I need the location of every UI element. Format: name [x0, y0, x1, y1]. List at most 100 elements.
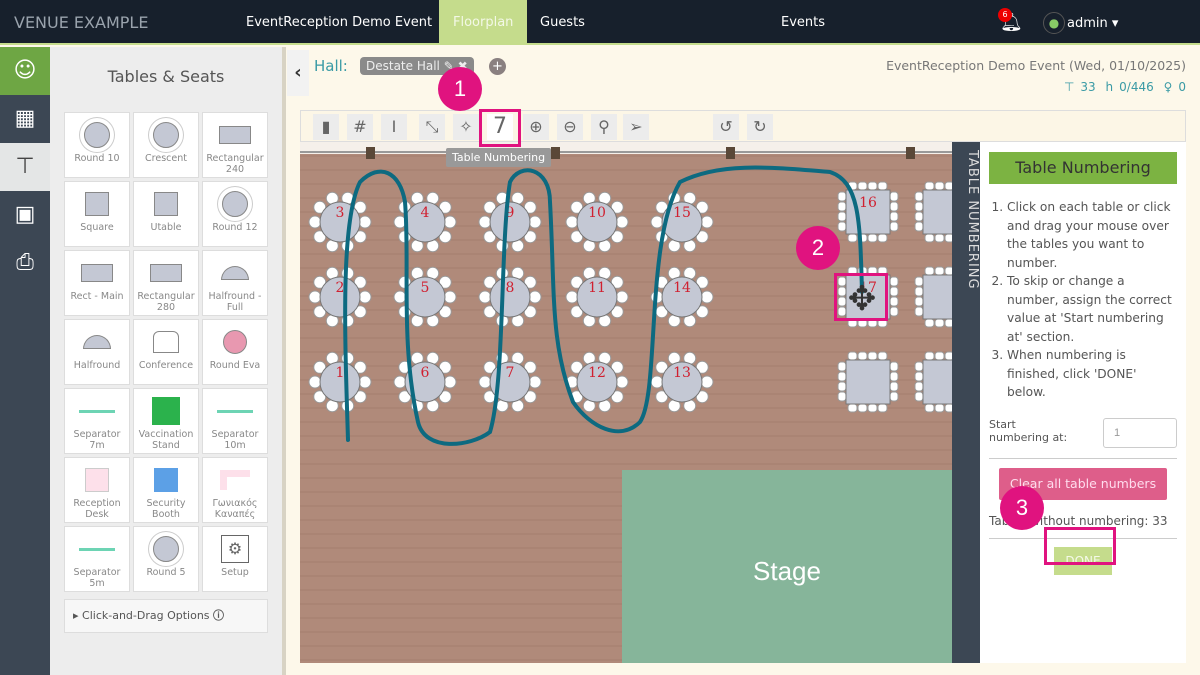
start-numbering-input[interactable] — [1103, 417, 1177, 448]
table-type-setup[interactable]: ⚙ Setup — [202, 526, 268, 592]
table-type-vaccination-stand[interactable]: Vaccination Stand — [133, 388, 199, 454]
click-drag-label: Click-and-Drag Options — [82, 609, 210, 622]
undo-icon[interactable]: ↺ — [713, 114, 739, 140]
table-type-conference[interactable]: Conference — [133, 319, 199, 385]
nav-events[interactable]: Events — [767, 0, 839, 45]
table-type-separator-5m[interactable]: Separator 5m — [64, 526, 130, 592]
table-type-reception-desk[interactable]: Reception Desk — [64, 457, 130, 523]
table-type-label: Rectangular 280 — [137, 291, 195, 313]
chair-icon[interactable]: ▣ — [0, 191, 50, 239]
table-number: 12 — [588, 365, 606, 381]
user-menu[interactable]: ● admin ▾ — [1043, 12, 1118, 34]
add-hall-button[interactable]: + — [489, 58, 506, 75]
rect-icon — [134, 255, 198, 291]
brand-logo: VENUE EXAMPLE — [14, 13, 149, 32]
round-icon — [203, 186, 267, 222]
layout-icon[interactable]: ▦ — [0, 95, 50, 143]
round-icon — [134, 531, 198, 567]
table-type-rectangular-240[interactable]: Rectangular 240 — [202, 112, 268, 178]
table-number: 16 — [859, 195, 877, 211]
gear-icon: ⚙ — [203, 531, 267, 567]
table-type-separator-10m[interactable]: Separator 10m — [202, 388, 268, 454]
step-3: When numbering is finished, click 'DONE'… — [1007, 346, 1177, 402]
table-type-label: Security Booth — [146, 498, 186, 520]
table-type-rectangular-280[interactable]: Rectangular 280 — [133, 250, 199, 316]
table-type-round-5[interactable]: Round 5 — [133, 526, 199, 592]
bookmark-icon[interactable]: ▮ — [313, 114, 339, 140]
square-table[interactable]: 16 — [837, 181, 899, 243]
floor-canvas[interactable]: Stage3214569871011121514131617✥ — [300, 142, 952, 663]
table-icon[interactable]: ⊤ — [0, 143, 50, 191]
table-type-label: Utable — [150, 222, 182, 233]
nav-event[interactable]: EventReception Demo Event — [232, 0, 446, 45]
highlight-numbering — [479, 109, 521, 147]
zoom-in-icon[interactable]: ⊕ — [523, 114, 549, 140]
highlight-drag — [834, 273, 888, 321]
table-number: 8 — [506, 280, 515, 296]
search-icon[interactable]: ⚲ — [591, 114, 617, 140]
table-type-security-booth[interactable]: Security Booth — [133, 457, 199, 523]
compress-icon[interactable]: ⤡ — [419, 114, 445, 140]
guests-icon[interactable]: ☺ — [0, 47, 50, 95]
sep-icon — [65, 393, 129, 429]
table-number: 10 — [588, 205, 606, 221]
table-type-label: Rect - Main — [70, 291, 124, 302]
table-type-label: Rectangular 240 — [206, 153, 264, 175]
table-type-utable[interactable]: Utable — [133, 181, 199, 247]
table-number: 15 — [673, 205, 691, 221]
table-numbering-tab[interactable]: TABLE NUMBERING — [952, 142, 980, 663]
table-type-label: Reception Desk — [73, 498, 121, 520]
table-type-label: Round 10 — [74, 153, 120, 164]
numbering-sidebar: Table Numbering Click on each table or c… — [980, 142, 1186, 663]
notification-badge: 6 — [998, 8, 1012, 22]
half-icon — [203, 255, 267, 291]
hall-label: Hall: — [314, 57, 348, 75]
table-number: 11 — [588, 280, 606, 296]
table-number: 7 — [506, 365, 515, 381]
zoom-out-icon[interactable]: ⊖ — [557, 114, 583, 140]
blue-icon — [134, 462, 198, 498]
nav-guests[interactable]: Guests — [526, 0, 599, 45]
table-number: 14 — [673, 280, 691, 296]
corner-icon — [203, 462, 267, 498]
table-count-icon: ⊤ — [1063, 80, 1075, 94]
user-name: admin ▾ — [1067, 16, 1119, 31]
table-type--[interactable]: Γωνιακός Καναπές — [202, 457, 268, 523]
table-type-separator-7m[interactable]: Separator 7m — [64, 388, 130, 454]
table-type-round-10[interactable]: Round 10 — [64, 112, 130, 178]
table-type-halfround[interactable]: Halfround — [64, 319, 130, 385]
table-number: 3 — [336, 205, 345, 221]
gear-icon: ⚙ — [221, 535, 249, 563]
table-type-label: Conference — [138, 360, 194, 371]
table-type-halfround-full[interactable]: Halfround - Full — [202, 250, 268, 316]
instructions: Click on each table or click and drag yo… — [1007, 198, 1177, 402]
seat-icon: h — [1105, 80, 1114, 94]
send-icon[interactable]: ➢ — [623, 114, 649, 140]
table-type-label: Halfround - Full — [208, 291, 262, 313]
round-icon — [134, 117, 198, 153]
table-type-label: Setup — [221, 567, 249, 578]
magic-wand-icon[interactable]: ✧ — [453, 114, 479, 140]
table-number: 6 — [421, 365, 430, 381]
redo-icon[interactable]: ↻ — [747, 114, 773, 140]
highlight-done — [1044, 527, 1116, 565]
guest-icon: ♀ — [1163, 80, 1173, 94]
table-type-crescent[interactable]: Crescent — [133, 112, 199, 178]
table-type-square[interactable]: Square — [64, 181, 130, 247]
table-type-round-eva[interactable]: Round Eva — [202, 319, 268, 385]
collapse-panel-button[interactable]: ‹ — [287, 50, 309, 96]
nav-floorplan[interactable]: Floorplan — [439, 0, 528, 45]
click-drag-options[interactable]: ▸ Click-and-Drag Options ⓘ — [64, 599, 268, 633]
floor-toolbar: ▮ # I ⤡ ✧ 7 ⊕ ⊖ ⚲ ➢ ↺ ↻ — [300, 110, 1186, 142]
print-icon[interactable]: ⎙ — [0, 239, 50, 287]
light-fixture — [906, 147, 915, 159]
table-type-round-12[interactable]: Round 12 — [202, 181, 268, 247]
table-type-label: Round 5 — [146, 567, 186, 578]
square-table[interactable] — [837, 351, 899, 413]
table-type-rect-main[interactable]: Rect - Main — [64, 250, 130, 316]
grid-icon[interactable]: # — [347, 114, 373, 140]
green-icon — [134, 393, 198, 429]
text-cursor-icon[interactable]: I — [381, 114, 407, 140]
table-type-label: Square — [80, 222, 114, 233]
step-1: Click on each table or click and drag yo… — [1007, 198, 1177, 272]
